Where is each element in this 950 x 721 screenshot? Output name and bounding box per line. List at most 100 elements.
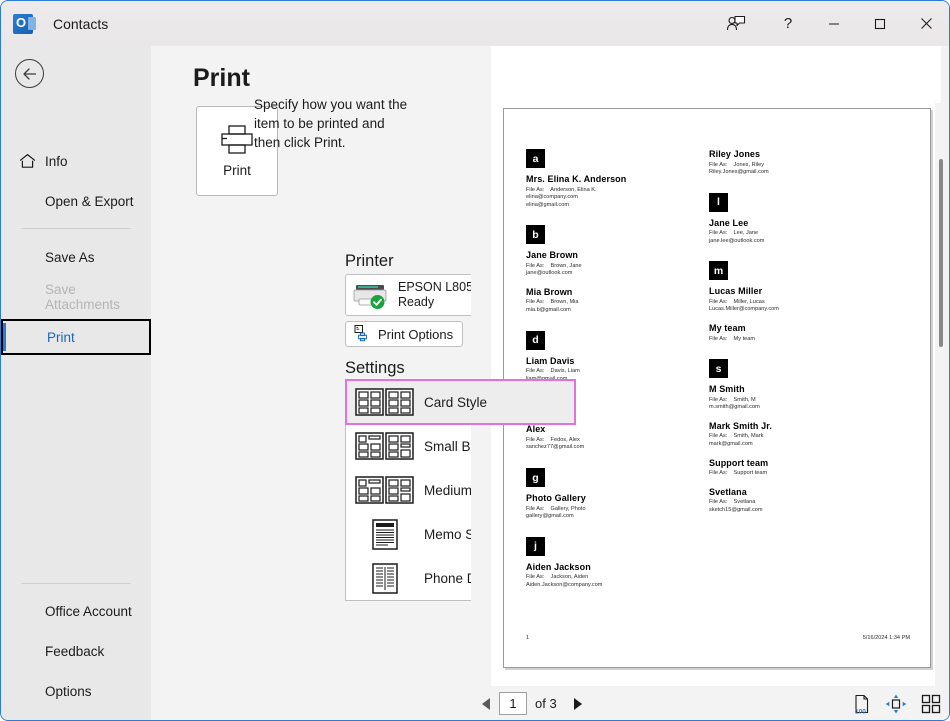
next-page-icon[interactable]: [565, 691, 589, 717]
contact-line: Riley.Jones@gmail.com: [709, 169, 884, 177]
maximize-icon[interactable]: [857, 1, 903, 46]
sidebar-item-info[interactable]: Info: [1, 143, 151, 179]
letter-tab: b: [526, 225, 545, 244]
letter-tab: s: [709, 359, 728, 378]
style-option-label: Card Style: [424, 395, 487, 410]
page-number-input[interactable]: [499, 692, 527, 715]
printer-icon: [219, 124, 255, 156]
help-label: ?: [784, 15, 792, 32]
contact-line: File As: Smith, Mark: [709, 433, 884, 441]
preview-bottom-bar: of 3 100: [471, 686, 949, 721]
contact-line: elina@company.com: [526, 194, 701, 202]
contact-entry: Mrs. Elina K. Anderson File As: Anderson…: [526, 174, 701, 209]
sidebar-item-print[interactable]: Print: [1, 319, 151, 355]
previous-page-icon[interactable]: [475, 691, 499, 717]
contact-name: Riley Jones: [709, 149, 884, 159]
sidebar-divider-top: [21, 228, 131, 229]
contact-entry: Jane Brown File As: Brown, Jane jane@out…: [526, 250, 701, 278]
contact-line: File As: Jones, Riley: [709, 162, 884, 170]
contact-entry: Svetlana File As: Svetlana sketch15@gmai…: [709, 487, 884, 515]
letter-group: d Liam Davis File As: Davis, Liam liam@g…: [526, 331, 701, 384]
contact-line: File As: Lee, Jane: [709, 230, 884, 238]
sidebar-item-label: Info: [45, 154, 68, 169]
print-description: Specify how you want the item to be prin…: [254, 95, 414, 152]
page-total-label: of 3: [535, 696, 557, 711]
contact-line: File As: Anderson, Elina K.: [526, 187, 701, 195]
contact-line: File As: Fedos, Alex: [526, 437, 701, 445]
contact-line: File As: Brown, Mia: [526, 299, 701, 307]
preview-column-right: Riley Jones File As: Jones, Riley Riley.…: [709, 149, 884, 523]
contact-name: Alex: [526, 424, 701, 434]
sidebar-item-office-account[interactable]: Office Account: [1, 593, 151, 629]
contact-line: Aiden.Jackson@company.com: [526, 582, 701, 590]
contact-name: M Smith: [709, 384, 884, 394]
contact-name: Jane Brown: [526, 250, 701, 260]
page-title: Print: [193, 64, 250, 93]
letter-tab: m: [709, 261, 728, 280]
sidebar-divider-bottom: [21, 583, 131, 584]
contact-entry: Photo Gallery File As: Gallery, Photo ga…: [526, 493, 701, 521]
memo-style-icon: [346, 518, 424, 550]
contact-line: File As: Davis, Liam: [526, 368, 701, 376]
sidebar-item-save-attachments: Save Attachments: [1, 279, 151, 315]
preview-page-footer: 1 5/16/2024 1:34 PM: [504, 635, 931, 641]
preview-column-left: a Mrs. Elina K. Anderson File As: Anders…: [526, 149, 701, 598]
letter-group: s M Smith File As: Smith, M m.smith@gmai…: [709, 359, 884, 514]
contact-entry: My team File As: My team: [709, 323, 884, 343]
sidebar-item-save-as[interactable]: Save As: [1, 239, 151, 275]
preview-page-number: 1: [526, 635, 529, 641]
contact-entry: Aiden Jackson File As: Jackson, Aiden Ai…: [526, 562, 701, 590]
contact-line: mark@gmail.com: [709, 441, 884, 449]
preview-scrollbar-thumb[interactable]: [939, 159, 943, 347]
contact-line: sketch15@gmail.com: [709, 507, 884, 515]
contact-line: sanchez77@gmail.com: [526, 444, 701, 452]
contact-name: Mrs. Elina K. Anderson: [526, 174, 701, 184]
contact-entry: Mark Smith Jr. File As: Smith, Mark mark…: [709, 421, 884, 449]
sidebar-item-exit[interactable]: Exit: [1, 713, 151, 721]
contact-entry: Jane Lee File As: Lee, Jane jane.lee@out…: [709, 218, 884, 246]
contact-line: elina@gmail.com: [526, 202, 701, 210]
print-options-button[interactable]: Print Options: [345, 321, 463, 347]
contact-name: Support team: [709, 458, 884, 468]
contact-name: Lucas Miller: [709, 286, 884, 296]
multiple-pages-icon[interactable]: [921, 694, 941, 714]
help-button[interactable]: ?: [765, 1, 811, 46]
close-icon[interactable]: [903, 1, 949, 46]
phone-directory-icon: [346, 562, 424, 594]
share-feedback-icon[interactable]: [707, 1, 765, 46]
sidebar-item-label: Save Attachments: [45, 282, 151, 312]
contact-entry: M Smith File As: Smith, M m.smith@gmail.…: [709, 384, 884, 412]
contact-entry: Alex File As: Fedos, Alex sanchez77@gmai…: [526, 424, 701, 452]
zoom-tools: 100: [853, 686, 941, 721]
contact-entry: Mia Brown File As: Brown, Mia mia.b@gmai…: [526, 287, 701, 315]
printer-section-label: Printer: [345, 252, 394, 271]
letter-group: l Jane Lee File As: Lee, Jane jane.lee@o…: [709, 193, 884, 246]
home-icon: [19, 153, 45, 169]
sidebar-item-label: Save As: [45, 250, 95, 265]
back-arrow-icon[interactable]: [15, 59, 44, 88]
actual-size-icon[interactable]: 100: [853, 694, 871, 714]
sidebar-item-open-export[interactable]: Open & Export: [1, 183, 151, 219]
sidebar-item-feedback[interactable]: Feedback: [1, 633, 151, 669]
svg-text:100: 100: [855, 708, 866, 714]
style-option-card-style[interactable]: Card Style: [346, 380, 575, 424]
contact-line: gallery@gmail.com: [526, 513, 701, 521]
letter-tab: l: [709, 193, 728, 212]
minimize-icon[interactable]: [811, 1, 857, 46]
contact-name: Photo Gallery: [526, 493, 701, 503]
contact-line: jane@outlook.com: [526, 270, 701, 278]
letter-group: Riley Jones File As: Jones, Riley Riley.…: [709, 149, 884, 177]
printer-device-icon: [346, 281, 398, 309]
contact-entry: Riley Jones File As: Jones, Riley Riley.…: [709, 149, 884, 177]
letter-group: j Aiden Jackson File As: Jackson, Aiden …: [526, 537, 701, 590]
letter-tab: j: [526, 537, 545, 556]
small-booklet-icon: [346, 431, 424, 461]
contact-name: Mark Smith Jr.: [709, 421, 884, 431]
card-style-icon: [346, 387, 424, 417]
sidebar-item-options[interactable]: Options: [1, 673, 151, 709]
contact-line: File As: Miller, Lucas: [709, 299, 884, 307]
letter-tab: d: [526, 331, 545, 350]
contact-name: Aiden Jackson: [526, 562, 701, 572]
fit-page-icon[interactable]: [885, 694, 907, 714]
title-bar: Contacts ?: [1, 1, 949, 46]
